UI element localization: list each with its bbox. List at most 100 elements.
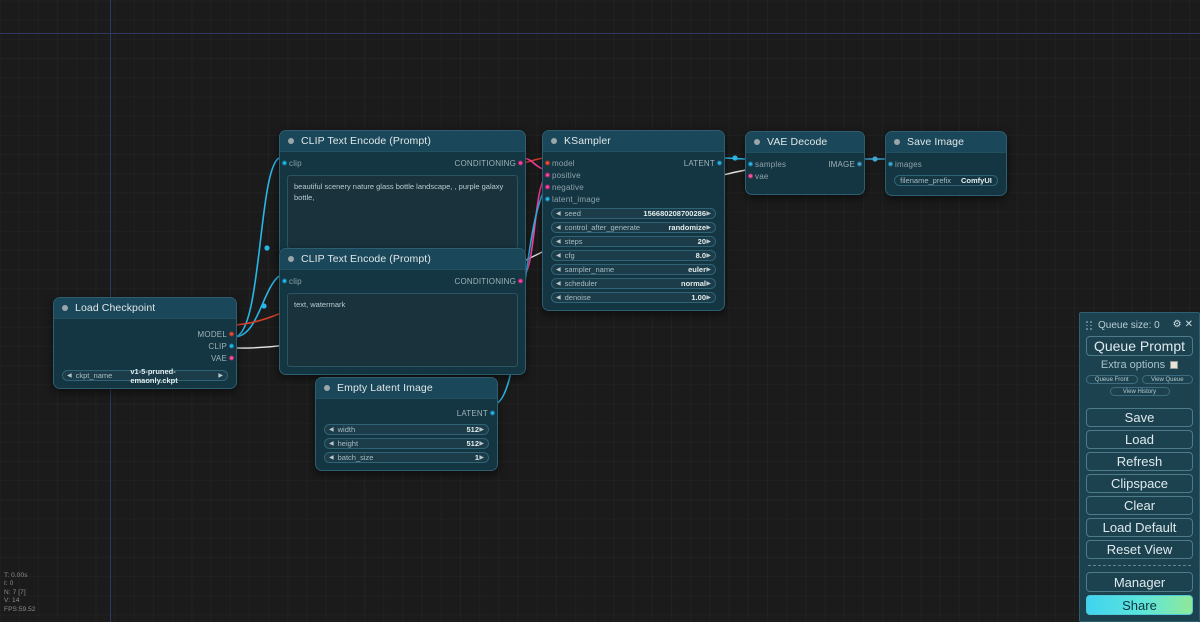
prompt-textarea-positive[interactable]: beautiful scenery nature glass bottle la… xyxy=(287,175,518,249)
input-pin-images-icon[interactable] xyxy=(888,161,893,167)
node-ksampler[interactable]: KSampler model LATENT positive negative … xyxy=(542,130,725,311)
widget-sampler-name[interactable]: ◀ sampler_name euler ▶ xyxy=(551,264,716,275)
node-title-bar[interactable]: KSampler xyxy=(543,131,724,152)
increment-arrow-icon[interactable]: ▶ xyxy=(479,441,484,447)
increment-arrow-icon[interactable]: ▶ xyxy=(706,253,711,259)
widget-cfg[interactable]: ◀ cfg 8.0 ▶ xyxy=(551,250,716,261)
node-title-bar[interactable]: CLIP Text Encode (Prompt) xyxy=(280,131,525,152)
decrement-arrow-icon[interactable]: ◀ xyxy=(329,441,334,447)
extra-options-row[interactable]: Extra options xyxy=(1086,359,1193,373)
view-history-button[interactable]: View History xyxy=(1109,387,1170,397)
output-pin-latent-icon[interactable] xyxy=(717,160,722,166)
increment-arrow-icon[interactable]: ▶ xyxy=(706,211,711,217)
increment-arrow-icon[interactable]: ▶ xyxy=(706,281,711,287)
input-pin-clip-icon[interactable] xyxy=(282,278,287,284)
widget-filename-prefix[interactable]: filename_prefix ComfyUI xyxy=(894,175,998,186)
widget-height[interactable]: ◀ height 512 ▶ xyxy=(324,438,489,449)
widget-seed[interactable]: ◀ seed 156680208700286 ▶ xyxy=(551,208,716,219)
widget-steps[interactable]: ◀ steps 20 ▶ xyxy=(551,236,716,247)
node-empty-latent-image[interactable]: Empty Latent Image LATENT ◀ width 512 ▶ … xyxy=(315,377,498,471)
increment-arrow-icon[interactable]: ▶ xyxy=(706,225,711,231)
node-body: samples IMAGE vae xyxy=(746,153,864,194)
collapse-dot-icon[interactable] xyxy=(62,305,68,311)
input-pin-model-icon[interactable] xyxy=(545,160,550,166)
next-arrow-icon[interactable]: ▶ xyxy=(218,373,223,379)
collapse-dot-icon[interactable] xyxy=(551,138,557,144)
node-title-bar[interactable]: CLIP Text Encode (Prompt) xyxy=(280,249,525,270)
node-title-bar[interactable]: Save Image xyxy=(886,132,1006,153)
node-title-bar[interactable]: Load Checkpoint xyxy=(54,298,236,319)
gear-icon[interactable]: ⚙ xyxy=(1173,320,1182,330)
widget-denoise[interactable]: ◀ denoise 1.00 ▶ xyxy=(551,292,716,303)
increment-arrow-icon[interactable]: ▶ xyxy=(479,455,484,461)
node-clip-text-encode-positive[interactable]: CLIP Text Encode (Prompt) clip CONDITION… xyxy=(279,130,526,257)
node-save-image[interactable]: Save Image images filename_prefix ComfyU… xyxy=(885,131,1007,196)
stat-nodes: N: 7 [7] xyxy=(4,588,26,596)
reset-view-button[interactable]: Reset View xyxy=(1086,540,1193,559)
collapse-dot-icon[interactable] xyxy=(288,256,294,262)
clear-button[interactable]: Clear xyxy=(1086,496,1193,515)
output-pin-conditioning-icon[interactable] xyxy=(518,160,523,166)
decrement-arrow-icon[interactable]: ◀ xyxy=(556,281,561,287)
decrement-arrow-icon[interactable]: ◀ xyxy=(329,455,334,461)
output-pin-conditioning-icon[interactable] xyxy=(518,278,523,284)
view-queue-button[interactable]: View Queue xyxy=(1141,375,1193,385)
increment-arrow-icon[interactable]: ▶ xyxy=(706,239,711,245)
decrement-arrow-icon[interactable]: ◀ xyxy=(556,211,561,217)
input-pin-vae-icon[interactable] xyxy=(748,173,753,179)
collapse-dot-icon[interactable] xyxy=(754,139,760,145)
refresh-button[interactable]: Refresh xyxy=(1086,452,1193,471)
widget-batch-size[interactable]: ◀ batch_size 1 ▶ xyxy=(324,452,489,463)
queue-prompt-button[interactable]: Queue Prompt xyxy=(1086,335,1193,356)
collapse-dot-icon[interactable] xyxy=(288,138,294,144)
output-pin-image-icon[interactable] xyxy=(857,161,862,167)
manager-button[interactable]: Manager xyxy=(1086,572,1193,592)
save-button[interactable]: Save xyxy=(1086,408,1193,427)
input-pin-positive-icon[interactable] xyxy=(545,172,550,178)
load-default-button[interactable]: Load Default xyxy=(1086,518,1193,537)
input-label-latent-image: latent_image xyxy=(552,194,601,204)
node-load-checkpoint[interactable]: Load Checkpoint MODEL CLIP VAE ◀ ckpt_na… xyxy=(53,297,237,389)
close-icon[interactable]: ✕ xyxy=(1185,320,1193,330)
clipspace-button[interactable]: Clipspace xyxy=(1086,474,1193,493)
output-label-clip: CLIP xyxy=(208,341,227,351)
drag-handle-icon[interactable] xyxy=(1086,320,1092,330)
decrement-arrow-icon[interactable]: ◀ xyxy=(556,267,561,273)
output-pin-vae-icon[interactable] xyxy=(229,355,234,361)
input-pin-negative-icon[interactable] xyxy=(545,184,550,190)
previous-arrow-icon[interactable]: ◀ xyxy=(67,373,72,379)
menu-header[interactable]: Queue size: 0 ⚙ ✕ xyxy=(1086,318,1193,333)
collapse-dot-icon[interactable] xyxy=(894,139,900,145)
widget-width[interactable]: ◀ width 512 ▶ xyxy=(324,424,489,435)
queue-front-button[interactable]: Queue Front xyxy=(1086,375,1138,385)
increment-arrow-icon[interactable]: ▶ xyxy=(479,427,484,433)
node-title-bar[interactable]: Empty Latent Image xyxy=(316,378,497,399)
output-pin-model-icon[interactable] xyxy=(229,331,234,337)
prompt-textarea-negative[interactable]: text, watermark xyxy=(287,293,518,367)
node-title-text: VAE Decode xyxy=(767,136,828,148)
decrement-arrow-icon[interactable]: ◀ xyxy=(556,295,561,301)
widget-scheduler[interactable]: ◀ scheduler normal ▶ xyxy=(551,278,716,289)
increment-arrow-icon[interactable]: ▶ xyxy=(706,295,711,301)
increment-arrow-icon[interactable]: ▶ xyxy=(706,267,711,273)
node-title-bar[interactable]: VAE Decode xyxy=(746,132,864,153)
output-pin-clip-icon[interactable] xyxy=(229,343,234,349)
decrement-arrow-icon[interactable]: ◀ xyxy=(556,225,561,231)
node-vae-decode[interactable]: VAE Decode samples IMAGE vae xyxy=(745,131,865,195)
widget-control-after-generate[interactable]: ◀ control_after_generate randomize ▶ xyxy=(551,222,716,233)
comfy-menu-panel[interactable]: Queue size: 0 ⚙ ✕ Queue Prompt Extra opt… xyxy=(1079,312,1200,622)
collapse-dot-icon[interactable] xyxy=(324,385,330,391)
decrement-arrow-icon[interactable]: ◀ xyxy=(556,239,561,245)
output-pin-latent-icon[interactable] xyxy=(490,410,495,416)
widget-ckpt-name[interactable]: ◀ ckpt_name v1-5-pruned-emaonly.ckpt ▶ xyxy=(62,367,228,385)
input-pin-samples-icon[interactable] xyxy=(748,161,753,167)
input-pin-latent-image-icon[interactable] xyxy=(545,196,550,202)
node-clip-text-encode-negative[interactable]: CLIP Text Encode (Prompt) clip CONDITION… xyxy=(279,248,526,375)
slot-row: clip CONDITIONING xyxy=(280,157,525,169)
decrement-arrow-icon[interactable]: ◀ xyxy=(329,427,334,433)
share-button[interactable]: Share xyxy=(1086,595,1193,615)
decrement-arrow-icon[interactable]: ◀ xyxy=(556,253,561,259)
input-pin-clip-icon[interactable] xyxy=(282,160,287,166)
extra-options-checkbox[interactable] xyxy=(1170,361,1179,370)
load-button[interactable]: Load xyxy=(1086,430,1193,449)
